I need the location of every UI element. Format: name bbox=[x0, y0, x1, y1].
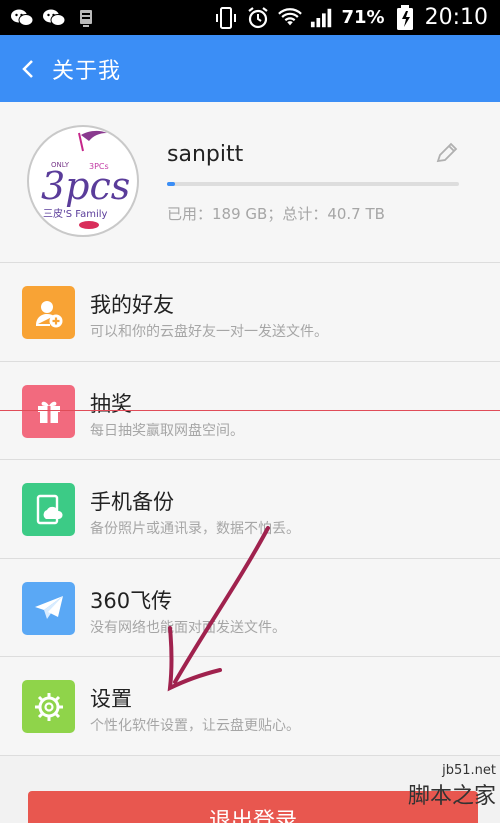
storage-progress-fill bbox=[167, 182, 175, 186]
wechat-icon bbox=[42, 8, 66, 28]
status-bar-left bbox=[10, 8, 98, 28]
signal-icon bbox=[310, 8, 334, 28]
menu-item-360-transfer[interactable]: 360飞传 没有网络也能面对面发送文件。 bbox=[0, 557, 500, 656]
storage-quota-text: 已用：189 GB；总计：40.7 TB bbox=[167, 205, 385, 223]
wifi-icon bbox=[277, 7, 302, 28]
menu-item-title: 手机备份 bbox=[90, 490, 174, 514]
menu-item-title: 抽奖 bbox=[90, 391, 132, 416]
menu-item-subtitle: 个性化软件设置，让云盘更贴心。 bbox=[90, 718, 300, 734]
status-bar: 71% 20:10 bbox=[0, 0, 500, 35]
watermark-logo: jb51.net 脚本之家 bbox=[376, 763, 496, 821]
menu-item-title: 设置 bbox=[90, 687, 132, 711]
gear-icon bbox=[22, 680, 75, 733]
gift-icon bbox=[22, 384, 75, 438]
avatar-big: 3pcs bbox=[41, 164, 130, 208]
menu-item-subtitle: 每日抽奖赢取网盘空间。 bbox=[90, 422, 244, 439]
alarm-icon bbox=[246, 6, 270, 28]
storage-icon bbox=[74, 8, 98, 28]
battery-percent: 71% bbox=[341, 7, 385, 28]
storage-progress-bar bbox=[167, 182, 459, 186]
profile-card: ONLY 3PCs 3pcs 三皮'S Family sanpitt 已用：18… bbox=[0, 102, 500, 262]
avatar-family: 三皮'S Family bbox=[43, 207, 108, 220]
menu-item-friends[interactable]: 我的好友 可以和你的云盘好友一对一发送文件。 bbox=[0, 262, 500, 361]
page-title: 关于我 bbox=[52, 58, 122, 84]
vibrate-icon bbox=[214, 6, 238, 29]
avatar[interactable]: ONLY 3PCs 3pcs 三皮'S Family bbox=[27, 125, 139, 237]
menu-item-settings[interactable]: 设置 个性化软件设置，让云盘更贴心。 bbox=[0, 656, 500, 755]
menu-item-title: 360飞传 bbox=[90, 588, 173, 613]
menu-item-phone-backup[interactable]: 手机备份 备份照片或通讯录，数据不怕丢。 bbox=[0, 459, 500, 558]
add-friend-icon bbox=[22, 286, 75, 339]
watermark-site: jb51.net bbox=[442, 763, 496, 778]
status-bar-right: 71% 20:10 bbox=[214, 4, 488, 30]
menu-item-subtitle: 没有网络也能面对面发送文件。 bbox=[90, 619, 286, 636]
menu-list: 我的好友 可以和你的云盘好友一对一发送文件。 抽奖 每日抽奖赢取网盘空间。 手机… bbox=[0, 262, 500, 755]
battery-icon bbox=[393, 4, 417, 30]
clock-time: 20:10 bbox=[424, 5, 488, 30]
pencil-icon[interactable] bbox=[434, 140, 462, 168]
paper-plane-icon bbox=[22, 581, 75, 635]
menu-item-subtitle: 可以和你的云盘好友一对一发送文件。 bbox=[90, 324, 328, 340]
chevron-left-icon[interactable] bbox=[16, 57, 40, 81]
wechat-icon bbox=[10, 8, 34, 28]
menu-item-subtitle: 备份照片或通讯录，数据不怕丢。 bbox=[90, 521, 300, 537]
menu-item-title: 我的好友 bbox=[90, 293, 174, 317]
username: sanpitt bbox=[167, 142, 244, 167]
phone-backup-icon bbox=[22, 483, 75, 536]
watermark-name: 脚本之家 bbox=[407, 784, 496, 809]
annotation-strike-line bbox=[0, 410, 500, 411]
app-bar: 关于我 bbox=[0, 35, 500, 102]
